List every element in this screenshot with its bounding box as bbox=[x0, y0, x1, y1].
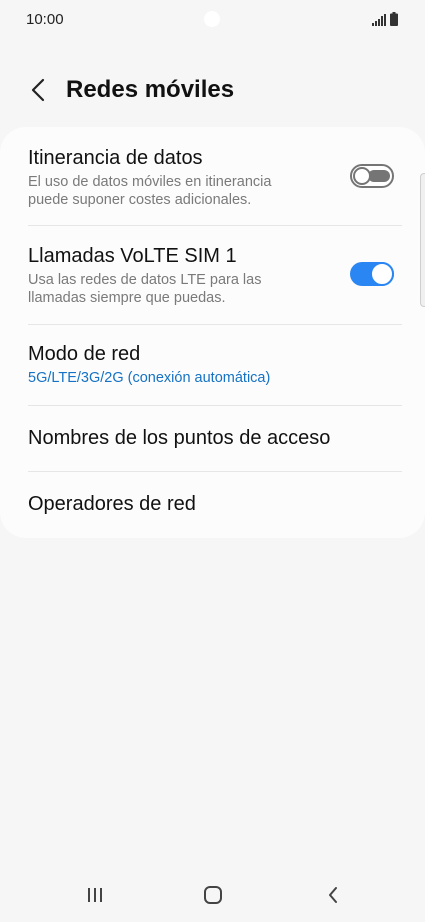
back-icon bbox=[329, 887, 337, 903]
recent-apps-icon bbox=[88, 888, 102, 902]
setting-volte-calls[interactable]: Llamadas VoLTE SIM 1 Usa las redes de da… bbox=[0, 226, 425, 324]
setting-subtitle: El uso de datos móviles en itinerancia bbox=[28, 174, 272, 190]
setting-subtitle: puede suponer costes adicionales. bbox=[28, 192, 252, 208]
setting-title: Llamadas VoLTE SIM 1 bbox=[28, 245, 237, 267]
setting-data-roaming[interactable]: Itinerancia de datos El uso de datos móv… bbox=[0, 127, 425, 225]
setting-subtitle: Usa las redes de datos LTE para las bbox=[28, 272, 262, 288]
home-icon bbox=[204, 886, 222, 904]
back-arrow-icon bbox=[31, 78, 45, 102]
toggle-knob bbox=[370, 262, 394, 286]
setting-access-point-names[interactable]: Nombres de los puntos de acceso bbox=[0, 406, 425, 471]
setting-title: Nombres de los puntos de acceso bbox=[28, 427, 331, 449]
home-button[interactable] bbox=[198, 880, 228, 910]
back-button[interactable] bbox=[20, 72, 56, 108]
camera-cutout bbox=[204, 11, 220, 27]
setting-value: 5G/LTE/3G/2G (conexión automática) bbox=[28, 370, 271, 386]
setting-subtitle: llamadas siempre que puedas. bbox=[28, 290, 226, 306]
navigation-bar bbox=[0, 866, 425, 922]
scroll-indicator[interactable] bbox=[420, 173, 425, 307]
setting-network-operators[interactable]: Operadores de red bbox=[0, 472, 425, 538]
signal-icon bbox=[372, 13, 386, 31]
setting-title: Modo de red bbox=[28, 343, 141, 365]
nav-back-button[interactable] bbox=[318, 880, 348, 910]
status-time: 10:00 bbox=[26, 11, 64, 28]
setting-title: Itinerancia de datos bbox=[28, 147, 203, 169]
setting-title: Operadores de red bbox=[28, 493, 196, 515]
volte-toggle[interactable] bbox=[350, 262, 394, 286]
setting-network-mode[interactable]: Modo de red 5G/LTE/3G/2G (conexión autom… bbox=[0, 325, 425, 405]
app-header: Redes móviles bbox=[0, 62, 425, 118]
recent-apps-button[interactable] bbox=[80, 880, 110, 910]
battery-icon bbox=[390, 12, 398, 31]
page-title: Redes móviles bbox=[66, 76, 235, 103]
status-bar: 10:00 bbox=[0, 0, 425, 40]
settings-card: Itinerancia de datos El uso de datos móv… bbox=[0, 127, 425, 538]
data-roaming-toggle[interactable] bbox=[350, 164, 394, 188]
toggle-knob bbox=[353, 167, 371, 185]
